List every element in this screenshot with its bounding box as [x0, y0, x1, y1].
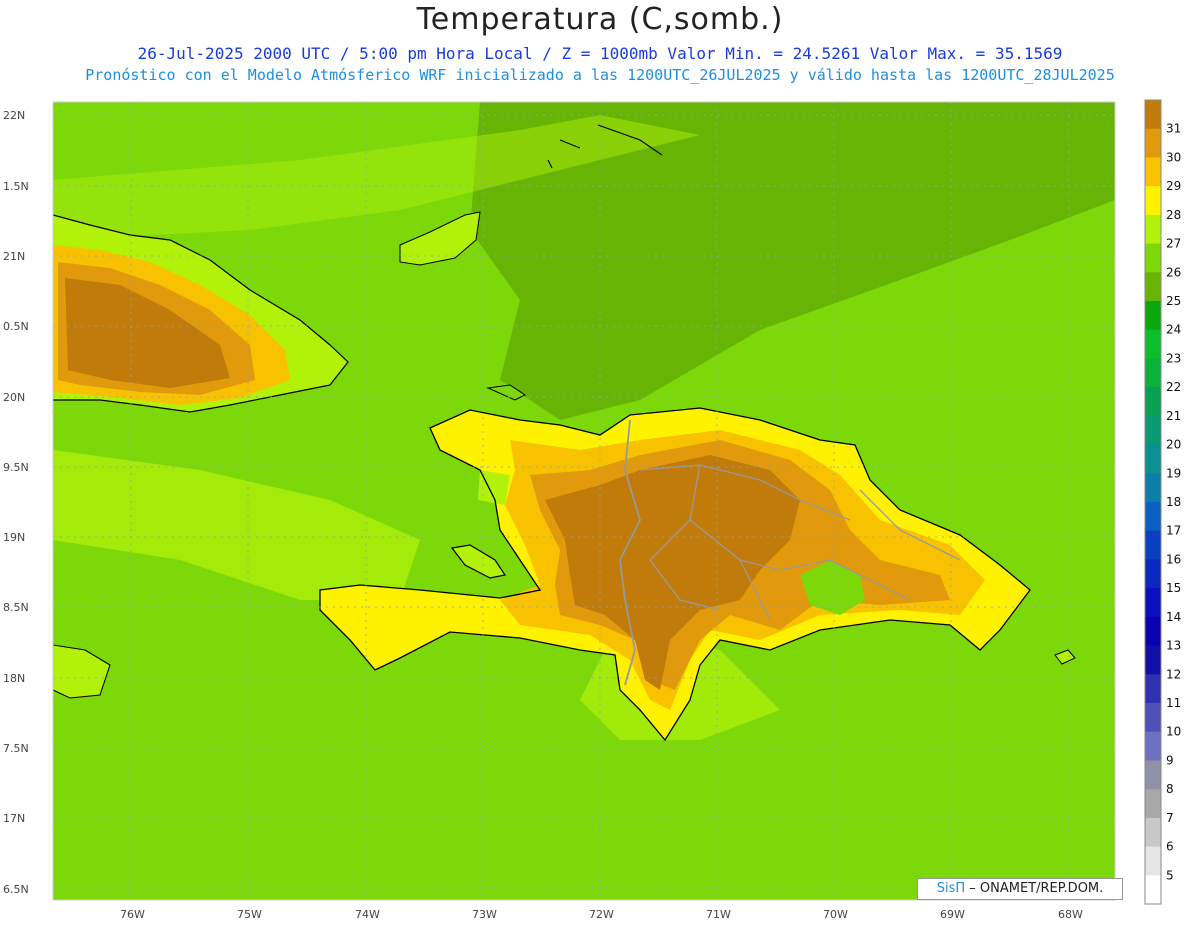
colorbar-swatch: [1145, 760, 1161, 790]
lon-label: 70W: [823, 908, 848, 921]
colorbar-swatch: [1145, 875, 1161, 905]
colorbar-label: 7: [1166, 811, 1174, 825]
colorbar-label: 19: [1166, 466, 1181, 480]
lat-label: 21N: [3, 250, 25, 263]
colorbar-label: 21: [1166, 409, 1181, 423]
colorbar-swatch: [1145, 588, 1161, 618]
lat-label: 6.5N: [3, 883, 29, 896]
temperature-map: 22N 1.5N 21N 0.5N 20N 9.5N 19N 8.5N 18N …: [3, 99, 1181, 921]
lat-label: 7.5N: [3, 742, 29, 755]
lat-label: 9.5N: [3, 461, 29, 474]
colorbar-swatch: [1145, 214, 1161, 245]
colorbar-label: 25: [1166, 294, 1181, 308]
colorbar-swatch: [1145, 128, 1161, 158]
lat-label: 0.5N: [3, 320, 29, 333]
longitude-axis: 76W 75W 74W 73W 72W 71W 70W 69W 68W: [120, 908, 1083, 921]
colorbar-label: 30: [1166, 150, 1181, 164]
lat-label: 19N: [3, 531, 25, 544]
lon-label: 75W: [237, 908, 262, 921]
colorbar-label: 13: [1166, 639, 1181, 653]
colorbar-swatch: [1145, 530, 1161, 560]
colorbar-label: 14: [1166, 610, 1181, 624]
colorbar-swatch: [1145, 301, 1161, 331]
colorbar-swatch: [1145, 243, 1161, 273]
colorbar-label: 23: [1166, 351, 1181, 365]
colorbar-label: 16: [1166, 552, 1181, 566]
colorbar-label: 29: [1166, 179, 1181, 193]
lat-label: 8.5N: [3, 601, 29, 614]
colorbar-label: 27: [1166, 237, 1181, 251]
colorbar-swatch: [1145, 616, 1161, 647]
colorbar: 31 30 29 28 27 26 25 24 23 22 21 20 19 18 17 16 15 14 13 12…: [1144, 99, 1181, 905]
lon-label: 73W: [472, 908, 497, 921]
colorbar-swatch: [1145, 731, 1161, 761]
colorbar-swatch: [1145, 645, 1161, 675]
colorbar-swatch: [1145, 703, 1161, 733]
colorbar-swatch: [1145, 186, 1161, 216]
colorbar-label: 18: [1166, 495, 1181, 509]
colorbar-swatch: [1145, 789, 1161, 819]
colorbar-label: 17: [1166, 524, 1181, 538]
colorbar-swatch: [1145, 817, 1161, 848]
colorbar-swatch: [1145, 473, 1161, 503]
colorbar-label: 24: [1166, 323, 1181, 337]
credit-brand: SisΠ: [936, 881, 966, 896]
colorbar-swatch: [1145, 444, 1161, 474]
lat-label: 22N: [3, 109, 25, 122]
lon-label: 74W: [355, 908, 380, 921]
lon-label: 76W: [120, 908, 145, 921]
colorbar-swatch: [1145, 329, 1161, 359]
colorbar-label: 9: [1166, 753, 1174, 767]
latitude-axis: 22N 1.5N 21N 0.5N 20N 9.5N 19N 8.5N 18N …: [3, 109, 29, 896]
colorbar-label: 6: [1166, 840, 1174, 854]
credit-box: SisΠ – ONAMET/REP.DOM.: [917, 878, 1123, 900]
colorbar-label: 31: [1166, 122, 1181, 136]
colorbar-label: 12: [1166, 667, 1181, 681]
lon-label: 68W: [1058, 908, 1083, 921]
colorbar-label: 28: [1166, 208, 1181, 222]
colorbar-swatch: [1145, 100, 1161, 130]
colorbar-label: 15: [1166, 581, 1181, 595]
colorbar-swatch: [1145, 846, 1161, 876]
colorbar-label: 5: [1166, 868, 1174, 882]
colorbar-swatch: [1145, 674, 1161, 704]
lat-label: 17N: [3, 812, 25, 825]
colorbar-label: 10: [1166, 725, 1181, 739]
colorbar-swatch: [1145, 358, 1161, 388]
colorbar-swatch: [1145, 387, 1161, 417]
colorbar-label: 26: [1166, 265, 1181, 279]
colorbar-swatch: [1145, 157, 1161, 187]
colorbar-swatch: [1145, 502, 1161, 532]
lon-label: 72W: [589, 908, 614, 921]
colorbar-swatch: [1145, 559, 1161, 589]
credit-text: – ONAMET/REP.DOM.: [965, 881, 1104, 896]
lon-label: 69W: [940, 908, 965, 921]
lat-label: 20N: [3, 391, 25, 404]
colorbar-label: 11: [1166, 696, 1181, 710]
colorbar-label: 22: [1166, 380, 1181, 394]
colorbar-swatch: [1145, 415, 1161, 446]
lat-label: 1.5N: [3, 180, 29, 193]
lat-label: 18N: [3, 672, 25, 685]
colorbar-label: 20: [1166, 438, 1181, 452]
colorbar-swatch: [1145, 272, 1161, 302]
colorbar-label: 8: [1166, 782, 1174, 796]
lon-label: 71W: [706, 908, 731, 921]
